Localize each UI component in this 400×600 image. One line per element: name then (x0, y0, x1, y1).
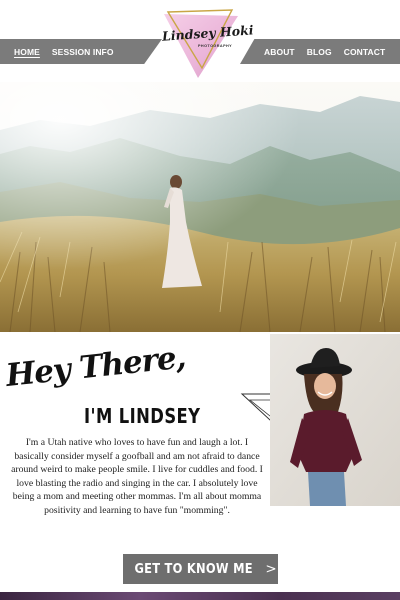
hero-photo (0, 82, 400, 332)
nav-link-about[interactable]: ABOUT (264, 47, 295, 57)
chevron-right-icon: > (265, 561, 277, 577)
about-greeting: Hey There, (4, 339, 188, 394)
site-header: HOME SESSION INFO Lindsey Hoki PHOTOGRAP… (0, 0, 400, 82)
hero-banner (0, 82, 400, 332)
nav-link-session-info[interactable]: SESSION INFO (52, 47, 114, 57)
about-name-heading: I'M LINDSEY (84, 404, 201, 428)
about-bio: I'm a Utah native who loves to have fun … (11, 437, 263, 516)
primary-nav-right: ABOUT BLOG CONTACT (240, 39, 400, 64)
footer-strip (0, 592, 400, 600)
about-portrait (270, 334, 400, 506)
nav-link-blog[interactable]: BLOG (307, 47, 332, 57)
site-logo[interactable]: Lindsey Hoki PHOTOGRAPHY (158, 6, 254, 80)
cta-label: GET TO KNOW ME (134, 561, 253, 577)
portrait-photo (270, 334, 400, 506)
primary-nav-left: HOME SESSION INFO (0, 39, 162, 64)
logo-tagline: PHOTOGRAPHY (198, 44, 233, 48)
get-to-know-me-button[interactable]: GET TO KNOW ME > (123, 554, 278, 584)
nav-link-home[interactable]: HOME (14, 47, 40, 57)
nav-link-contact[interactable]: CONTACT (344, 47, 386, 57)
